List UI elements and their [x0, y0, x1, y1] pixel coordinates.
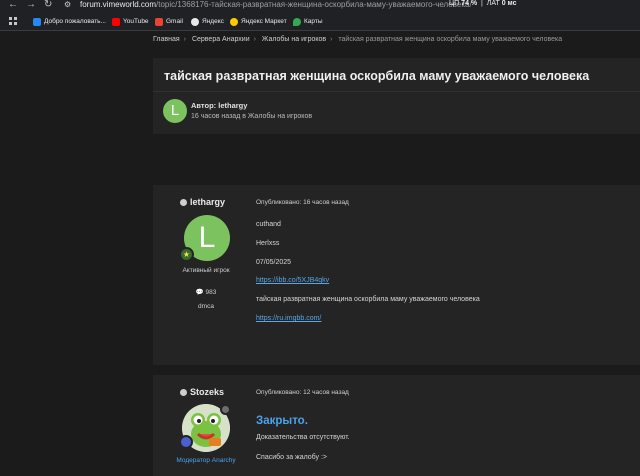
post-line: Herlxss	[256, 240, 280, 247]
page-title: тайская развратная женщина оскорбила мам…	[164, 69, 590, 83]
topic-header: тайская развратная женщина оскорбила мам…	[153, 58, 640, 134]
bookmark-gmail[interactable]: Gmail	[155, 17, 183, 26]
bookmark-youtube[interactable]: YouTube	[112, 17, 149, 26]
bookmark-yandex-market[interactable]: Яндекс Маркет	[230, 17, 287, 26]
post-line: cuthand	[256, 221, 281, 228]
closed-heading: Закрыто.	[256, 415, 308, 427]
lat-value: 0 мс	[501, 0, 517, 7]
post-line: Доказательства отсутствуют.	[256, 434, 350, 441]
post-line: Спасибо за жалобу :>	[256, 454, 328, 461]
user-rank[interactable]: Модератор Anarchy	[153, 457, 259, 464]
apps-grid-icon[interactable]	[9, 17, 17, 25]
bookmark-yandex[interactable]: Яндекс	[191, 17, 224, 26]
chevron-right-icon: ›	[253, 36, 256, 43]
reload-icon[interactable]: ↻	[44, 0, 52, 11]
post-username[interactable]: Stozeks	[180, 387, 224, 397]
user-rank: Активный игрок	[182, 267, 230, 274]
bookmark-vk[interactable]: Добро пожаловать...	[33, 17, 106, 26]
url-host: forum.vimeworld.com	[80, 0, 157, 9]
post-line: 07/05/2025	[256, 259, 292, 266]
bookmark-maps[interactable]: Карты	[293, 17, 323, 26]
breadcrumb: Главная › Сервера Анархии › Жалобы на игро…	[153, 35, 566, 44]
avatar[interactable]: L	[163, 99, 187, 123]
chevron-right-icon: ›	[183, 36, 186, 43]
vk-icon	[33, 17, 41, 26]
offline-status-icon	[180, 388, 187, 396]
bookmarks-bar: Добро пожаловать... YouTube Gmail Яндекс…	[0, 13, 640, 31]
topic-meta: 16 часов назад в Жалобы на игроков	[191, 113, 313, 120]
address-bar[interactable]: forum.vimeworld.com/topic/1368176-тайска…	[80, 0, 472, 9]
divider	[153, 91, 640, 92]
offline-status-icon	[180, 198, 187, 206]
post: lethargy L ★ Активный игрок 💬 983 dmca О…	[153, 185, 640, 365]
lat-label: ЛАТ	[486, 0, 500, 7]
cpu-value: 74 %	[461, 0, 478, 7]
post-author-panel: lethargy L ★ Активный игрок 💬 983 dmca	[153, 185, 249, 365]
breadcrumb-anarchy[interactable]: Сервера Анархии	[192, 36, 250, 43]
cpu-label: ЦП	[449, 0, 460, 7]
site-info-icon[interactable]: ⚙	[64, 0, 71, 11]
topic-author[interactable]: Автор: lethargy	[191, 101, 247, 110]
post-link[interactable]: https://ibb.co/5XJB4qkv	[256, 277, 329, 284]
breadcrumb-home[interactable]: Главная	[153, 36, 180, 43]
yandex-icon	[191, 17, 199, 26]
breadcrumb-current: тайская развратная женщина оскорбила мам…	[338, 36, 563, 43]
breadcrumb-complaints[interactable]: Жалобы на игроков	[262, 36, 326, 43]
post-date[interactable]: Опубликовано: 12 часов назад	[256, 389, 349, 396]
rank-badge-icon	[220, 404, 231, 415]
url-path: /topic/1368176-тайская-развратная-женщин…	[156, 0, 472, 9]
comment-icon: 💬	[195, 289, 204, 296]
market-icon	[230, 17, 238, 26]
post-date[interactable]: Опубликовано: 16 часов назад	[256, 199, 349, 206]
star-rank-icon: ★	[179, 247, 194, 262]
post-author-panel: Stozeks Модератор Anarchy	[153, 375, 249, 476]
youtube-icon	[112, 17, 120, 26]
perf-overlay: ЦП 74 % | ЛАТ 0 мс	[449, 0, 517, 7]
moderator-icon	[179, 435, 193, 449]
map-pin-icon	[293, 17, 301, 26]
browser-toolbar: ← → ↻ ⚙ forum.vimeworld.com/topic/136817…	[0, 0, 640, 13]
forward-icon[interactable]: →	[26, 0, 36, 11]
reputation: 💬 983	[195, 289, 217, 296]
chevron-right-icon: ›	[330, 36, 333, 43]
gmail-icon	[155, 17, 163, 26]
post-body: тайская развратная женщина оскорбила мам…	[256, 296, 480, 303]
user-field: dmca	[198, 303, 214, 310]
post-username[interactable]: lethargy	[180, 197, 225, 207]
post: Stozeks Модератор Anarchy Опубликовано: …	[153, 375, 640, 476]
post-link[interactable]: https://ru.imgbb.com/	[256, 315, 321, 322]
back-icon[interactable]: ←	[8, 0, 18, 11]
